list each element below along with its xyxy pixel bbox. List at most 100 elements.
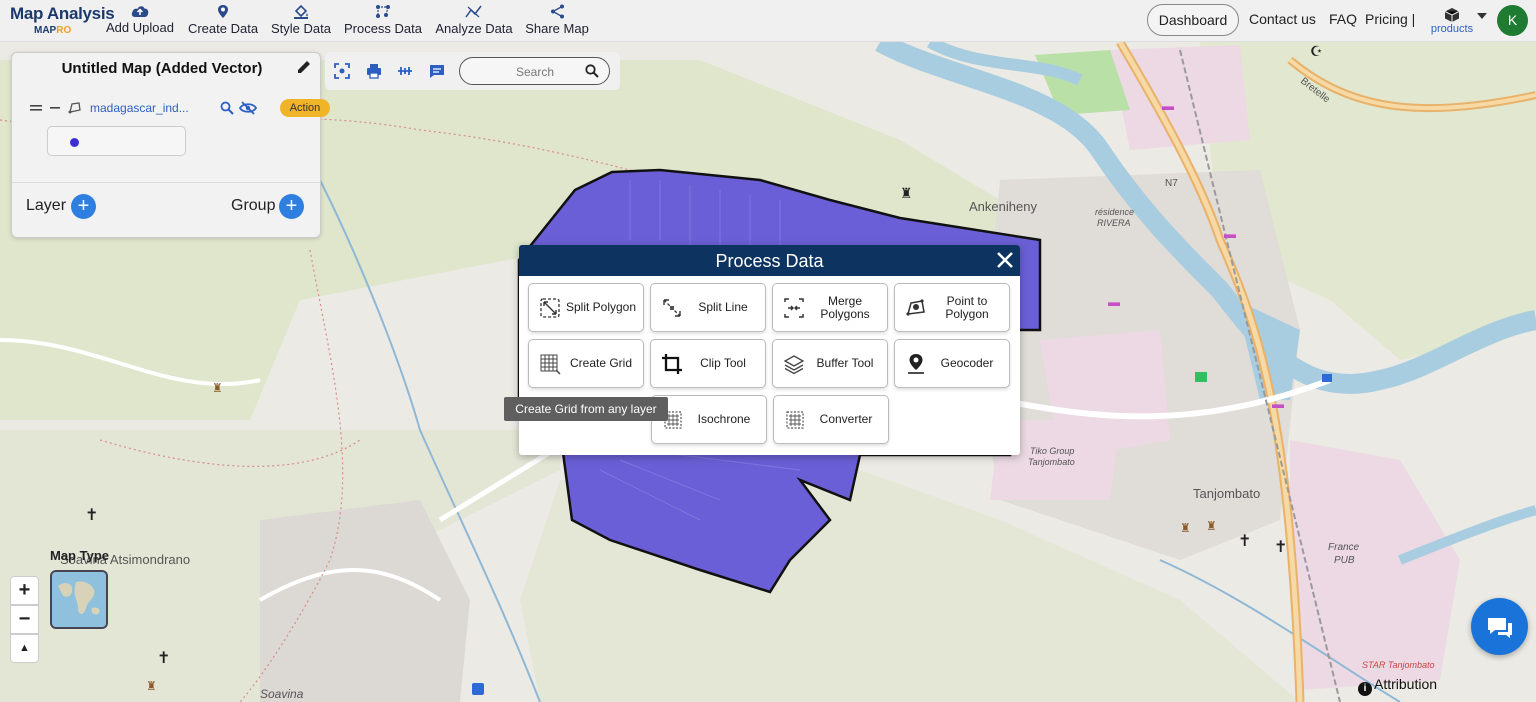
nav-create-data[interactable]: Create Data [185,4,261,40]
tool-label: Buffer Tool [816,356,874,370]
converter-button[interactable]: Converter [773,395,889,444]
contact-us-link[interactable]: Contact us [1249,11,1316,27]
svg-text:▬: ▬ [1108,295,1120,309]
split-polygon-button[interactable]: Split Polygon [528,283,644,332]
dialog-header: Process Data [519,245,1020,276]
products-menu[interactable]: products [1427,4,1477,40]
layer-row: madagascar_ind... Action [30,99,330,119]
tool-label: Geocoder [940,356,994,370]
attribution-label: Attribution [1374,676,1438,692]
app-logo-title[interactable]: Map Analysis [10,4,115,24]
geocoder-button[interactable]: Geocoder [894,339,1010,388]
nav-add-upload-label: Add Upload [106,20,174,35]
clip-tool-button[interactable]: Clip Tool [650,339,766,388]
map-label-n7: N7 [1165,178,1178,189]
converter-icon [786,411,804,429]
map-label-soavina: Soavina [260,687,304,701]
layer-label: Layer [26,197,67,214]
nav-analyze-data[interactable]: Analyze Data [433,4,515,40]
svg-text:♜: ♜ [900,185,913,201]
reset-north-button[interactable]: ▲ [10,634,39,663]
search-icon[interactable] [585,64,599,78]
share-icon [550,4,564,19]
tool-label: Merge Polygons [820,293,870,321]
split-polygon-icon [540,298,560,318]
location-pin-icon [908,354,924,374]
svg-text:✝: ✝ [1238,533,1251,550]
nav-process-data-label: Process Data [343,21,423,36]
user-avatar[interactable]: K [1497,5,1528,36]
attribution-control[interactable]: i Attribution [1358,676,1437,696]
split-line-icon [663,299,681,317]
svg-text:✝: ✝ [1274,539,1287,556]
add-layer-button[interactable]: + [71,194,96,219]
svg-text:♜: ♜ [212,381,223,395]
faq-link[interactable]: FAQ [1329,11,1357,27]
nav-style-data-label: Style Data [271,21,331,36]
process-data-dialog: Process Data Split Polygon Split Line Me… [519,245,1020,455]
pencil-icon[interactable] [296,59,312,75]
pricing-link[interactable]: Pricing | [1365,11,1415,27]
nav-process-data[interactable]: Process Data [342,4,424,40]
merge-polygons-button[interactable]: Merge Polygons [772,283,888,332]
layer-panel: Untitled Map (Added Vector) madagascar_i… [11,52,330,238]
create-grid-tooltip: Create Grid from any layer [504,397,668,421]
analyze-chart-icon [465,5,482,18]
chevron-down-icon[interactable] [1477,13,1487,19]
search-input[interactable]: Search [459,57,610,85]
create-grid-button[interactable]: Create Grid [528,339,644,388]
top-navigation-bar: Map Analysis MAPRO Add Upload Create Dat… [0,0,1536,42]
comment-icon[interactable] [429,63,445,79]
svg-text:✝: ✝ [85,507,98,524]
map-label-ankeniheny: Ankeniheny [969,199,1037,214]
visibility-off-icon[interactable] [239,101,257,115]
isochrone-button[interactable]: Isochrone [651,395,767,444]
grid-icon [540,354,561,375]
point-to-polygon-button[interactable]: Point to Polygon [894,283,1010,332]
tool-label: Split Polygon [565,300,637,314]
split-line-button[interactable]: Split Line [650,283,766,332]
drag-handle-icon[interactable] [30,103,42,113]
map-label-star: STAR Tanjombato [1362,660,1435,670]
add-group-button[interactable]: + [279,194,304,219]
map-label-france: France [1328,542,1360,553]
print-icon[interactable] [366,63,382,79]
nav-create-data-label: Create Data [187,21,259,36]
measure-icon[interactable] [397,63,413,79]
zoom-to-layer-icon[interactable] [220,101,234,115]
group-label: Group [231,197,276,214]
map-type-label: Map Type [50,548,109,563]
svg-text:▬: ▬ [1224,227,1236,241]
nav-add-upload[interactable]: Add Upload [104,4,176,40]
map-type-thumbnail[interactable] [50,570,108,629]
svg-text:☪: ☪ [1310,43,1323,59]
merge-polygons-icon [784,298,804,318]
layer-name[interactable]: madagascar_ind... [90,101,189,115]
nav-share-map[interactable]: Share Map [524,4,590,40]
zoom-out-button[interactable]: − [10,605,39,634]
process-nodes-icon [376,5,390,18]
svg-text:▬: ▬ [1272,397,1284,411]
chat-icon [1488,618,1512,638]
dashboard-button[interactable]: Dashboard [1147,4,1239,36]
layers-icon [783,355,805,375]
close-icon[interactable] [995,250,1015,270]
action-button[interactable]: Action [280,99,330,117]
tool-label: Converter [819,412,873,426]
tool-label: Clip Tool [700,356,746,370]
zoom-in-button[interactable]: + [10,576,39,605]
dialog-title: Process Data [715,251,824,271]
layer-legend [47,126,186,156]
collapse-icon[interactable] [50,103,60,113]
tool-label: Create Grid [569,356,633,370]
nav-analyze-data-label: Analyze Data [435,21,513,36]
chat-button[interactable] [1471,598,1528,655]
tool-label: Split Line [698,300,748,314]
world-map-icon [52,572,106,627]
map-label-rivera: RIVERA [1097,218,1131,228]
fullscreen-icon[interactable] [334,63,350,79]
nav-style-data[interactable]: Style Data [269,4,333,40]
buffer-tool-button[interactable]: Buffer Tool [772,339,888,388]
map-title: Untitled Map (Added Vector) [61,60,263,77]
map-toolbar: Search [325,52,620,90]
